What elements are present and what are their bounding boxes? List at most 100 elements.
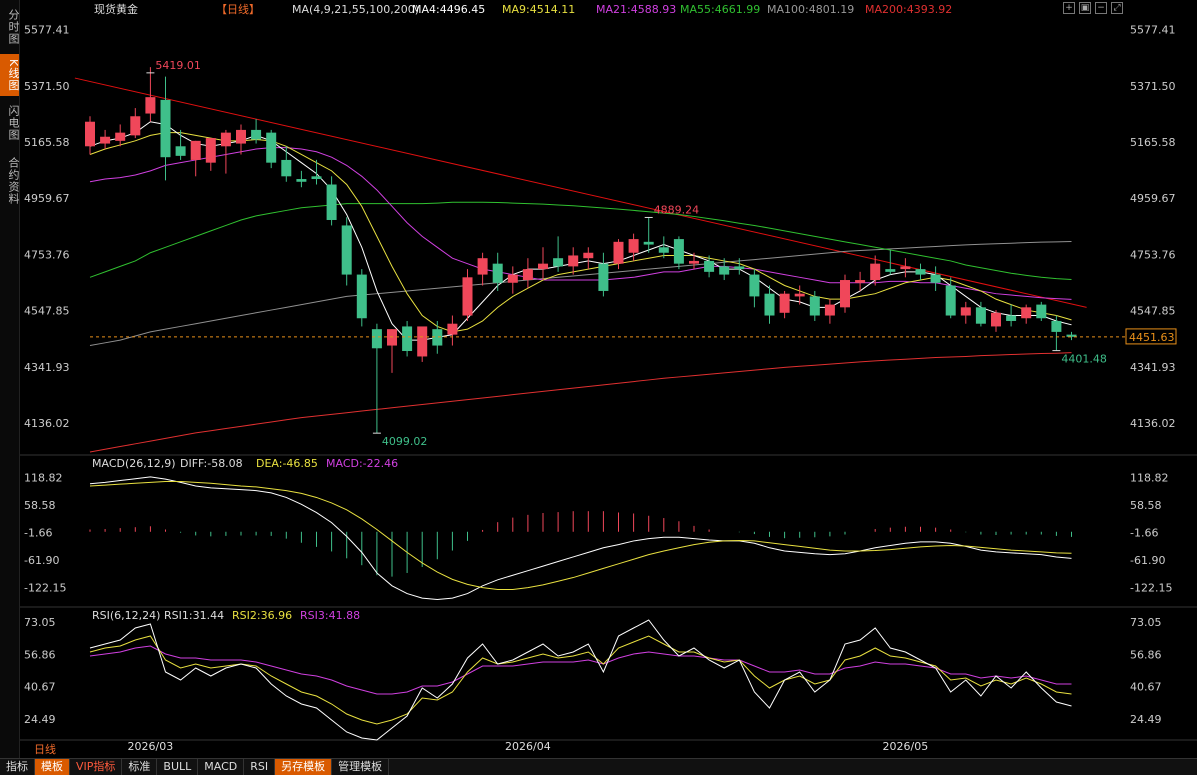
y-tick-left: 5371.50: [24, 80, 70, 93]
legend-ma200: MA200:4393.92: [865, 3, 952, 16]
y-tick-right: 4753.76: [1130, 248, 1176, 261]
rsi-tick-right: 56.86: [1130, 648, 1162, 661]
candle-body: [945, 285, 956, 316]
rsi1-label: RSI1:31.44: [164, 609, 224, 622]
x-axis-label: 2026/05: [883, 740, 929, 753]
candle-body: [930, 274, 941, 283]
rsi-tick-right: 73.05: [1130, 616, 1162, 629]
macd-tick-right: -1.66: [1130, 527, 1158, 540]
macd-tick-right: -61.90: [1130, 554, 1165, 567]
candle-body: [870, 263, 881, 281]
y-tick-right: 4547.85: [1130, 305, 1176, 318]
candle-body: [960, 307, 971, 316]
candle-body: [85, 121, 95, 147]
candle-body: [447, 323, 458, 335]
candle-body: [356, 274, 367, 319]
candle-body: [402, 326, 413, 352]
y-tick-left: 5577.41: [24, 24, 70, 37]
candle-body: [598, 263, 609, 291]
macd-tick-left: 118.82: [24, 471, 63, 484]
bottom-tab-0[interactable]: 指标: [0, 759, 35, 775]
chart-area[interactable]: 5577.41 5577.41 5371.50 5371.50 5165.58 5165.…: [0, 0, 1197, 758]
candle-body: [538, 263, 548, 270]
rsi1-line: [89, 619, 1072, 741]
y-tick-right: 4341.93: [1130, 361, 1176, 374]
candle-body: [1006, 315, 1017, 321]
candle-body: [296, 179, 307, 182]
candle-body: [341, 225, 352, 275]
legend-ma4: MA4:4496.45: [412, 3, 485, 16]
bottom-tab-6[interactable]: RSI: [244, 759, 276, 775]
candle-body: [885, 269, 896, 272]
ma200-line: [89, 352, 1072, 453]
candle-body: [417, 326, 428, 357]
macd-dea-line: [89, 480, 1072, 590]
y-tick-left: 4959.67: [24, 192, 70, 205]
macd-value-label: MACD:-22.46: [326, 457, 398, 470]
extreme-label: 4099.02: [382, 435, 428, 448]
candle-body: [824, 304, 835, 316]
legend-period: 【日线】: [216, 2, 260, 16]
candle-body: [568, 255, 579, 267]
legend-ma9: MA9:4514.11: [502, 3, 575, 16]
candle-body: [522, 269, 533, 281]
rsi-tick-right: 40.67: [1130, 681, 1162, 694]
candle-body: [553, 258, 564, 267]
bottom-tab-1[interactable]: 模板: [35, 759, 70, 775]
y-tick-left: 4547.85: [24, 305, 70, 318]
legend-symbol: 现货黄金: [94, 2, 138, 16]
bottom-tab-7[interactable]: 另存模板: [275, 759, 333, 775]
y-tick-left: 4753.76: [24, 248, 70, 261]
candle-body: [326, 184, 337, 220]
legend-ma21: MA21:4588.93: [596, 3, 676, 16]
candle-body: [689, 260, 699, 264]
bottom-tab-2[interactable]: VIP指标: [70, 759, 123, 775]
candle-body: [764, 293, 775, 316]
rsi-tick-left: 73.05: [24, 616, 56, 629]
candle-body: [190, 140, 201, 160]
x-axis-label: 2026/03: [128, 740, 174, 753]
y-tick-right: 5577.41: [1130, 24, 1176, 37]
candle-body: [583, 252, 594, 259]
candle-body: [1051, 320, 1062, 332]
candle-body: [840, 280, 850, 308]
bottom-tab-8[interactable]: 管理模板: [332, 759, 390, 775]
candle-body: [673, 239, 684, 264]
candle-body: [749, 274, 760, 297]
macd-tick-left: 58.58: [24, 499, 56, 512]
legend-ma_label: MA(4,9,21,55,100,200): [292, 3, 419, 16]
bottom-tab-3[interactable]: 标准: [122, 759, 158, 775]
resistance-trendline: [74, 77, 1087, 308]
y-tick-left: 5165.58: [24, 136, 70, 149]
macd-tick-right: 58.58: [1130, 499, 1162, 512]
rsi-title: RSI(6,12,24): [92, 609, 160, 622]
candle-body: [975, 307, 986, 324]
candle-body: [100, 136, 111, 144]
bottom-tab-5[interactable]: MACD: [198, 759, 245, 775]
macd-diff-label: DIFF:-58.08: [180, 457, 243, 470]
y-tick-right: 4959.67: [1130, 192, 1176, 205]
ma9-line: [89, 132, 1072, 333]
macd-tick-left: -1.66: [24, 527, 52, 540]
y-tick-left: 4136.02: [24, 417, 70, 430]
y-tick-right: 4136.02: [1130, 417, 1176, 430]
ma4-line: [89, 121, 1072, 341]
candle-body: [492, 263, 503, 283]
bottom-tab-bar: 指标 模板 VIP指标 标准 BULL MACD RSI 另存模板 管理模板: [0, 758, 1197, 775]
candle-body: [236, 129, 246, 144]
y-tick-right: 5371.50: [1130, 80, 1176, 93]
macd-dea-label: DEA:-46.85: [256, 457, 318, 470]
macd-tick-right: -122.15: [1130, 582, 1172, 595]
candle-body: [658, 247, 669, 253]
bottom-tab-4[interactable]: BULL: [157, 759, 199, 775]
candle-body: [205, 138, 216, 163]
rsi2-line: [89, 635, 1072, 725]
candle-body: [900, 266, 911, 270]
ma21-line: [89, 147, 1072, 300]
rsi-tick-left: 40.67: [24, 681, 56, 694]
candle-body: [794, 293, 805, 297]
candle-body: [855, 280, 866, 283]
macd-tick-right: 118.82: [1130, 471, 1169, 484]
current-price-label: 4451.63: [1129, 331, 1175, 344]
y-tick-right: 5165.58: [1130, 136, 1176, 149]
